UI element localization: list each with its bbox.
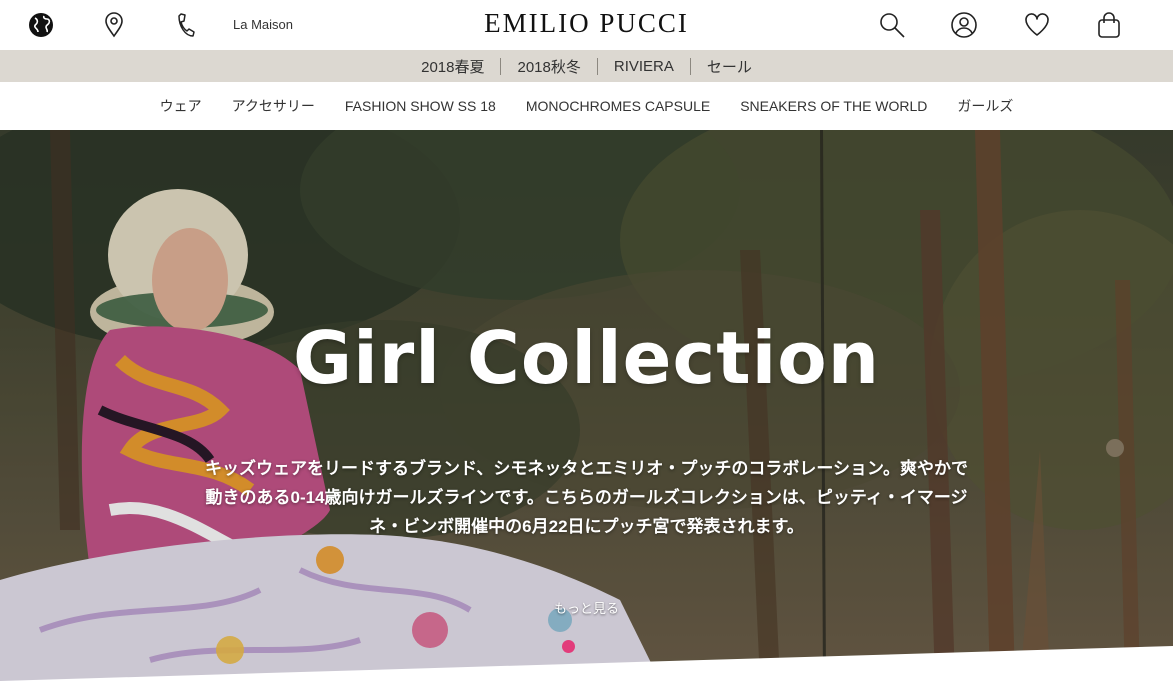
season-item-sale[interactable]: セール	[691, 56, 768, 77]
brand-logo[interactable]: EMILIO PUCCI	[0, 8, 1173, 39]
category-item-wear[interactable]: ウェア	[160, 96, 202, 116]
category-item-sneakers[interactable]: SNEAKERS OF THE WORLD	[740, 98, 927, 114]
search-icon[interactable]	[878, 11, 906, 39]
category-item-accessories[interactable]: アクセサリー	[232, 96, 315, 116]
top-bar: La Maison EMILIO PUCCI	[0, 0, 1173, 50]
hero-description: キッズウェアをリードするブランド、シモネッタとエミリオ・プッチのコラボレーション…	[205, 459, 968, 536]
season-item-2018-ss[interactable]: 2018春夏	[405, 56, 500, 77]
category-nav: ウェア アクセサリー FASHION SHOW SS 18 MONOCHROME…	[0, 82, 1173, 130]
shopping-bag-icon[interactable]	[1095, 11, 1123, 39]
see-more-link[interactable]: もっと見る	[0, 598, 1173, 617]
category-item-monochromes[interactable]: MONOCHROMES CAPSULE	[526, 98, 710, 114]
account-icon[interactable]	[950, 11, 978, 39]
carousel-dot-active[interactable]	[562, 640, 575, 653]
hero-title: Girl Collection	[292, 316, 881, 400]
season-nav: 2018春夏 2018秋冬 RIVIERA セール	[0, 50, 1173, 82]
season-item-riviera[interactable]: RIVIERA	[598, 58, 690, 75]
season-item-2018-fw[interactable]: 2018秋冬	[501, 56, 596, 77]
category-item-girls[interactable]: ガールズ	[957, 96, 1013, 116]
hero-banner[interactable]: Girl Collection キッズウェアをリードするブランド、シモネッタとエ…	[0, 130, 1173, 681]
heart-icon[interactable]	[1023, 11, 1051, 39]
category-item-fashion-show[interactable]: FASHION SHOW SS 18	[345, 98, 496, 114]
